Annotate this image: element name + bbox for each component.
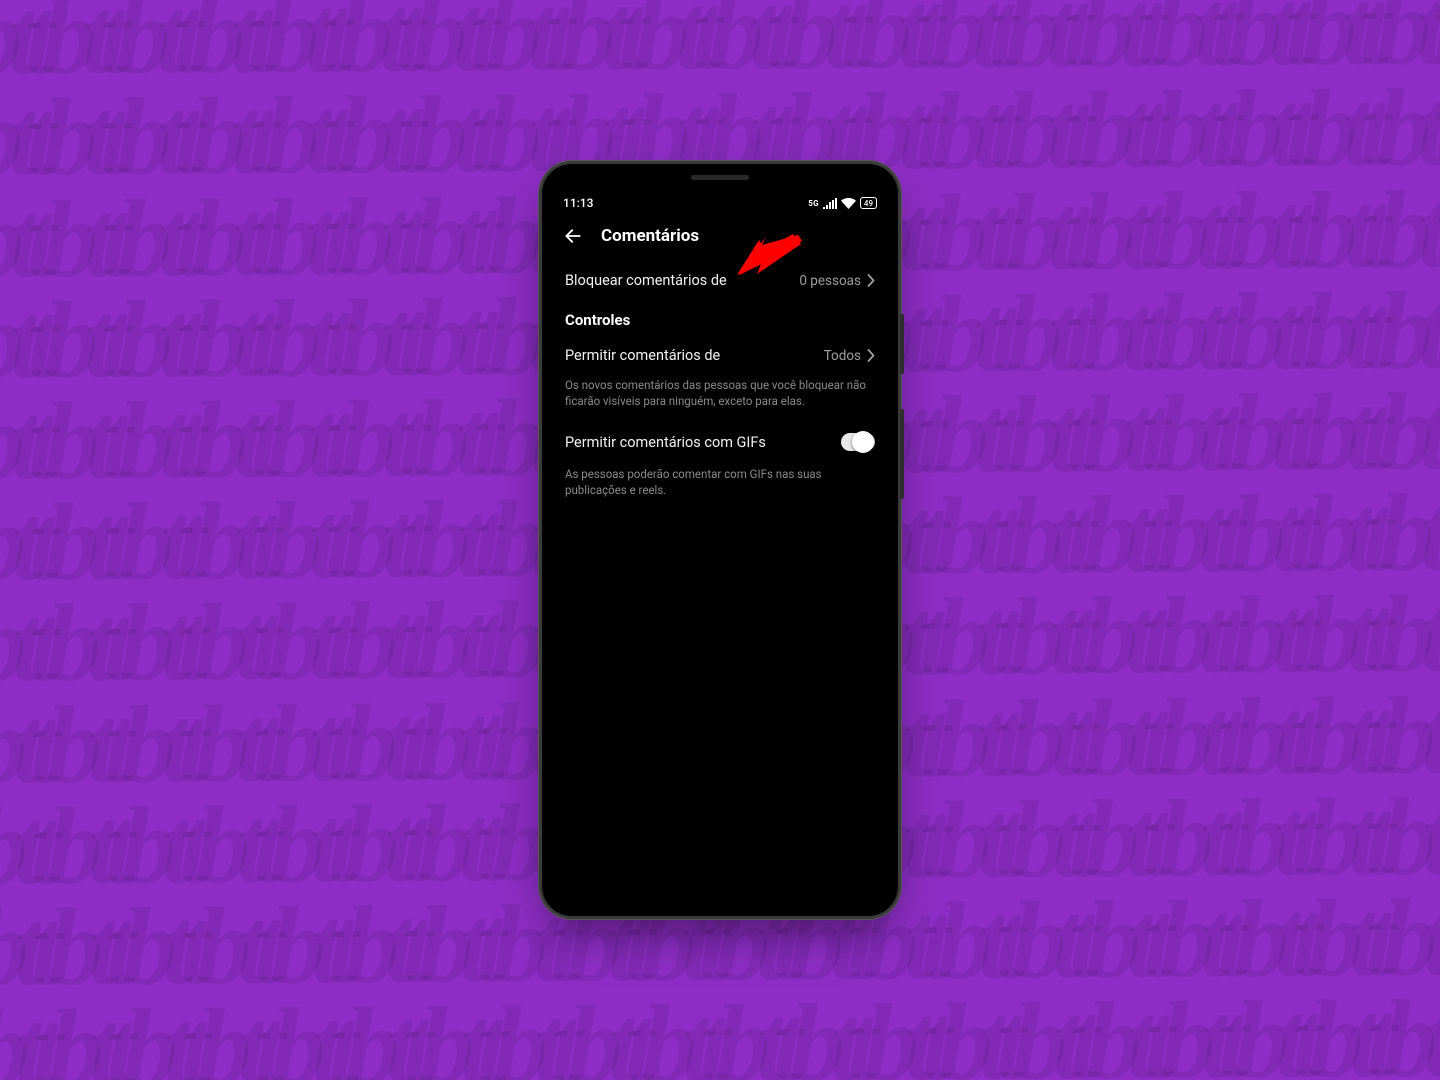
row-value: 0 pessoas — [799, 273, 861, 289]
page-title: Comentários — [601, 226, 699, 246]
backdrop: tbttbttbttbttbttbttbttbttbttbttbttbttbtt… — [0, 0, 1440, 1080]
toggle-gif-comments[interactable] — [841, 433, 875, 451]
wifi-icon — [841, 198, 856, 209]
hint-block: Os novos comentários das pessoas que voc… — [551, 376, 889, 419]
chevron-right-icon — [867, 274, 875, 287]
row-allow-gif-comments[interactable]: Permitir comentários com GIFs — [551, 419, 889, 465]
network-type-label: 5G — [808, 199, 819, 208]
battery-icon: 49 — [860, 197, 877, 209]
chevron-right-icon — [867, 349, 875, 362]
signal-icon — [823, 198, 837, 209]
row-value: Todos — [824, 348, 861, 364]
section-controls: Controles — [551, 301, 889, 335]
hint-gif: As pessoas poderão comentar com GIFs nas… — [551, 465, 889, 508]
back-button[interactable] — [563, 226, 583, 246]
row-label: Permitir comentários de — [565, 347, 720, 364]
row-label: Bloquear comentários de — [565, 272, 727, 289]
row-block-comments-from[interactable]: Bloquear comentários de 0 pessoas — [551, 260, 889, 301]
battery-text: 49 — [864, 198, 873, 209]
row-allow-comments-from[interactable]: Permitir comentários de Todos — [551, 335, 889, 376]
device-speaker — [691, 175, 749, 180]
phone-screen: 11:13 5G 49 — [551, 188, 889, 904]
app-header: Comentários — [551, 214, 889, 260]
status-bar: 11:13 5G 49 — [551, 188, 889, 214]
status-time: 11:13 — [563, 196, 593, 210]
device-frame: 11:13 5G 49 — [542, 164, 898, 916]
row-label: Permitir comentários com GIFs — [565, 434, 766, 451]
